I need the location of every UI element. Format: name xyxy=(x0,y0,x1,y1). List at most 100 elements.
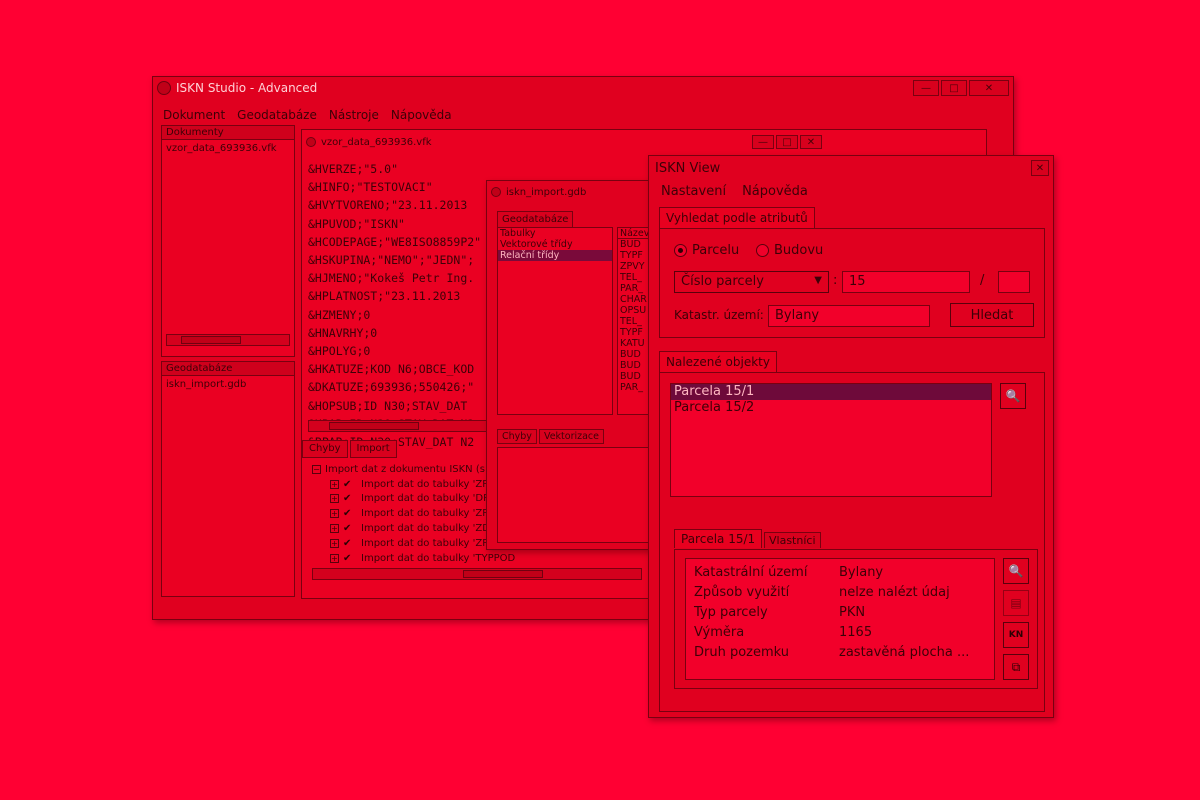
menu-nastaveni[interactable]: Nastavení xyxy=(661,184,726,199)
minimize-button[interactable]: — xyxy=(913,80,939,96)
tab-vlastnici[interactable]: Vlastníci xyxy=(764,532,821,548)
tab-chyby-import[interactable]: Chyby xyxy=(497,429,537,444)
zoom-to-parcel-icon[interactable]: 🔍 xyxy=(1003,558,1029,584)
property-value: Bylany xyxy=(839,565,884,580)
chevron-down-icon: ▼ xyxy=(814,275,822,286)
menu-nastroje[interactable]: Nástroje xyxy=(329,108,379,122)
gdb-name-item[interactable]: TYPF xyxy=(618,327,650,338)
close-button[interactable]: ✕ xyxy=(969,80,1009,96)
menu-napoveda[interactable]: Nápověda xyxy=(391,108,452,122)
parcel-subnumber-input[interactable] xyxy=(998,271,1030,293)
gdb-class-item[interactable]: Tabulky xyxy=(498,228,612,239)
expand-icon[interactable]: + xyxy=(330,538,339,548)
radio-parcelu[interactable]: Parcelu xyxy=(674,243,739,258)
found-objects-list[interactable]: Parcela 15/1 Parcela 15/2 xyxy=(670,383,992,497)
gdb-name-item[interactable]: CHAR xyxy=(618,294,650,305)
gdb-class-item[interactable]: Relační třídy xyxy=(498,250,612,261)
kn-icon[interactable]: KN xyxy=(1003,622,1029,648)
doc-maximize-button[interactable]: □ xyxy=(776,135,798,149)
tree-item-label: Import dat do tabulky 'TYPPOD xyxy=(361,552,516,564)
main-titlebar: ISKN Studio - Advanced — □ ✕ xyxy=(153,77,1013,99)
radio-budovu-indicator[interactable] xyxy=(756,244,769,257)
tab-nalezene-objekty[interactable]: Nalezené objekty xyxy=(659,351,777,372)
gdb-name-item[interactable]: PAR_ xyxy=(618,382,650,393)
menu-geodatabaze[interactable]: Geodatabáze xyxy=(237,108,317,122)
zoom-in-icon[interactable]: 🔍 xyxy=(1000,383,1026,409)
checkmark-icon: ✔ xyxy=(343,493,352,505)
tree-item-label: Import dat do tabulky 'ZPUR xyxy=(361,537,503,549)
document-icon[interactable]: ▤ xyxy=(1003,590,1029,616)
checkmark-icon: ✔ xyxy=(343,552,352,564)
property-key: Druh pozemku xyxy=(694,645,790,660)
document-item[interactable]: vzor_data_693936.vfk xyxy=(162,140,294,157)
tab-vektorizace[interactable]: Vektorizace xyxy=(538,429,605,444)
expand-icon[interactable]: + xyxy=(330,494,339,504)
gdb-name-item[interactable]: BUD xyxy=(618,360,650,371)
tree-hscrollbar[interactable] xyxy=(312,568,642,580)
property-row: Katastrální území Bylany xyxy=(694,565,994,581)
property-value: nelze nalézt údaj xyxy=(839,585,950,600)
doc-minimize-button[interactable]: — xyxy=(752,135,774,149)
tree-item-label: Import dat do tabulky 'ZPOC xyxy=(361,478,504,490)
katastr-input[interactable]: Bylany xyxy=(768,305,930,327)
copy-icon[interactable]: ⧉ xyxy=(1003,654,1029,680)
doc-close-button[interactable]: ✕ xyxy=(800,135,822,149)
main-menubar: Dokument Geodatabáze Nástroje Nápověda xyxy=(163,105,464,125)
gdb-name-item[interactable]: BUD xyxy=(618,371,650,382)
parcel-type-select[interactable]: Číslo parcely ▼ xyxy=(674,271,829,293)
tree-item[interactable]: + ✔ Import dat do tabulky 'TYPPOD xyxy=(312,551,642,566)
checkmark-icon: ✔ xyxy=(343,537,352,549)
view-close-button[interactable]: ✕ xyxy=(1031,160,1049,176)
app-logo-icon xyxy=(157,81,171,95)
documents-panel: Dokumenty vzor_data_693936.vfk xyxy=(161,125,295,357)
gdb-name-item[interactable]: PAR_ xyxy=(618,283,650,294)
gdb-name-item[interactable]: TEL_ xyxy=(618,316,650,327)
found-object-item[interactable]: Parcela 15/2 xyxy=(671,400,991,416)
expand-icon[interactable]: + xyxy=(330,553,339,563)
gdb-name-item[interactable]: BUD xyxy=(618,239,650,250)
checkmark-icon: ✔ xyxy=(343,523,352,535)
tab-vyhledat[interactable]: Vyhledat podle atributů xyxy=(659,207,815,228)
geodatabase-panel-header: Geodatabáze xyxy=(162,362,294,376)
view-window-title: ISKN View xyxy=(655,160,721,176)
search-button[interactable]: Hledat xyxy=(950,303,1034,327)
parcel-number-input[interactable]: 15 xyxy=(842,271,970,293)
found-object-item[interactable]: Parcela 15/1 xyxy=(671,384,991,400)
documents-panel-header: Dokumenty xyxy=(162,126,294,140)
tab-geodatabaze[interactable]: Geodatabáze xyxy=(497,211,574,228)
tab-chyby[interactable]: Chyby xyxy=(302,440,348,458)
tab-import[interactable]: Import xyxy=(349,440,397,458)
gdb-name-header[interactable]: Název xyxy=(618,228,650,239)
maximize-button[interactable]: □ xyxy=(941,80,967,96)
menu-dokument[interactable]: Dokument xyxy=(163,108,225,122)
gdb-class-item[interactable]: Vektorové třídy xyxy=(498,239,612,250)
gdb-name-item[interactable]: TYPF xyxy=(618,250,650,261)
expand-icon[interactable]: + xyxy=(330,509,339,519)
collapse-icon[interactable]: − xyxy=(312,464,321,474)
radio-budovu[interactable]: Budovu xyxy=(756,243,823,258)
geodatabase-item[interactable]: iskn_import.gdb xyxy=(162,376,294,393)
gdb-name-item[interactable]: ZPVY xyxy=(618,261,650,272)
menu-napoveda-view[interactable]: Nápověda xyxy=(742,184,808,199)
view-menubar: Nastavení Nápověda xyxy=(649,180,1053,202)
tab-parcela-detail[interactable]: Parcela 15/1 xyxy=(674,529,763,548)
radio-parcelu-indicator[interactable] xyxy=(674,244,687,257)
tree-item-label: Import dat do tabulky 'DRUI xyxy=(361,493,501,505)
property-row: Způsob využití nelze nalézt údaj xyxy=(694,585,994,601)
gdb-name-item[interactable]: OPSU xyxy=(618,305,650,316)
gdb-class-list[interactable]: Tabulky Vektorové třídy Relační třídy xyxy=(497,227,613,415)
property-row: Typ parcely PKN xyxy=(694,605,994,621)
checkmark-icon: ✔ xyxy=(343,508,352,520)
documents-hscrollbar[interactable] xyxy=(166,334,290,346)
property-key: Typ parcely xyxy=(694,605,768,620)
property-key: Katastrální území xyxy=(694,565,808,580)
gdb-name-list[interactable]: Název BUD TYPF ZPVY TEL_ PAR_ CHAR OPSU TEL_ TYPF… xyxy=(617,227,651,415)
gdb-name-item[interactable]: TEL_ xyxy=(618,272,650,283)
parcel-properties: Katastrální území Bylany Způsob využití nel… xyxy=(685,558,995,680)
expand-icon[interactable]: + xyxy=(330,524,339,534)
gdb-name-item[interactable]: BUD xyxy=(618,349,650,360)
expand-icon[interactable]: + xyxy=(330,479,339,489)
main-window-title: ISKN Studio - Advanced xyxy=(176,81,318,95)
iskn-view-window: ISKN View ✕ Nastavení Nápověda Vyhledat … xyxy=(648,155,1054,718)
gdb-name-item[interactable]: KATU xyxy=(618,338,650,349)
